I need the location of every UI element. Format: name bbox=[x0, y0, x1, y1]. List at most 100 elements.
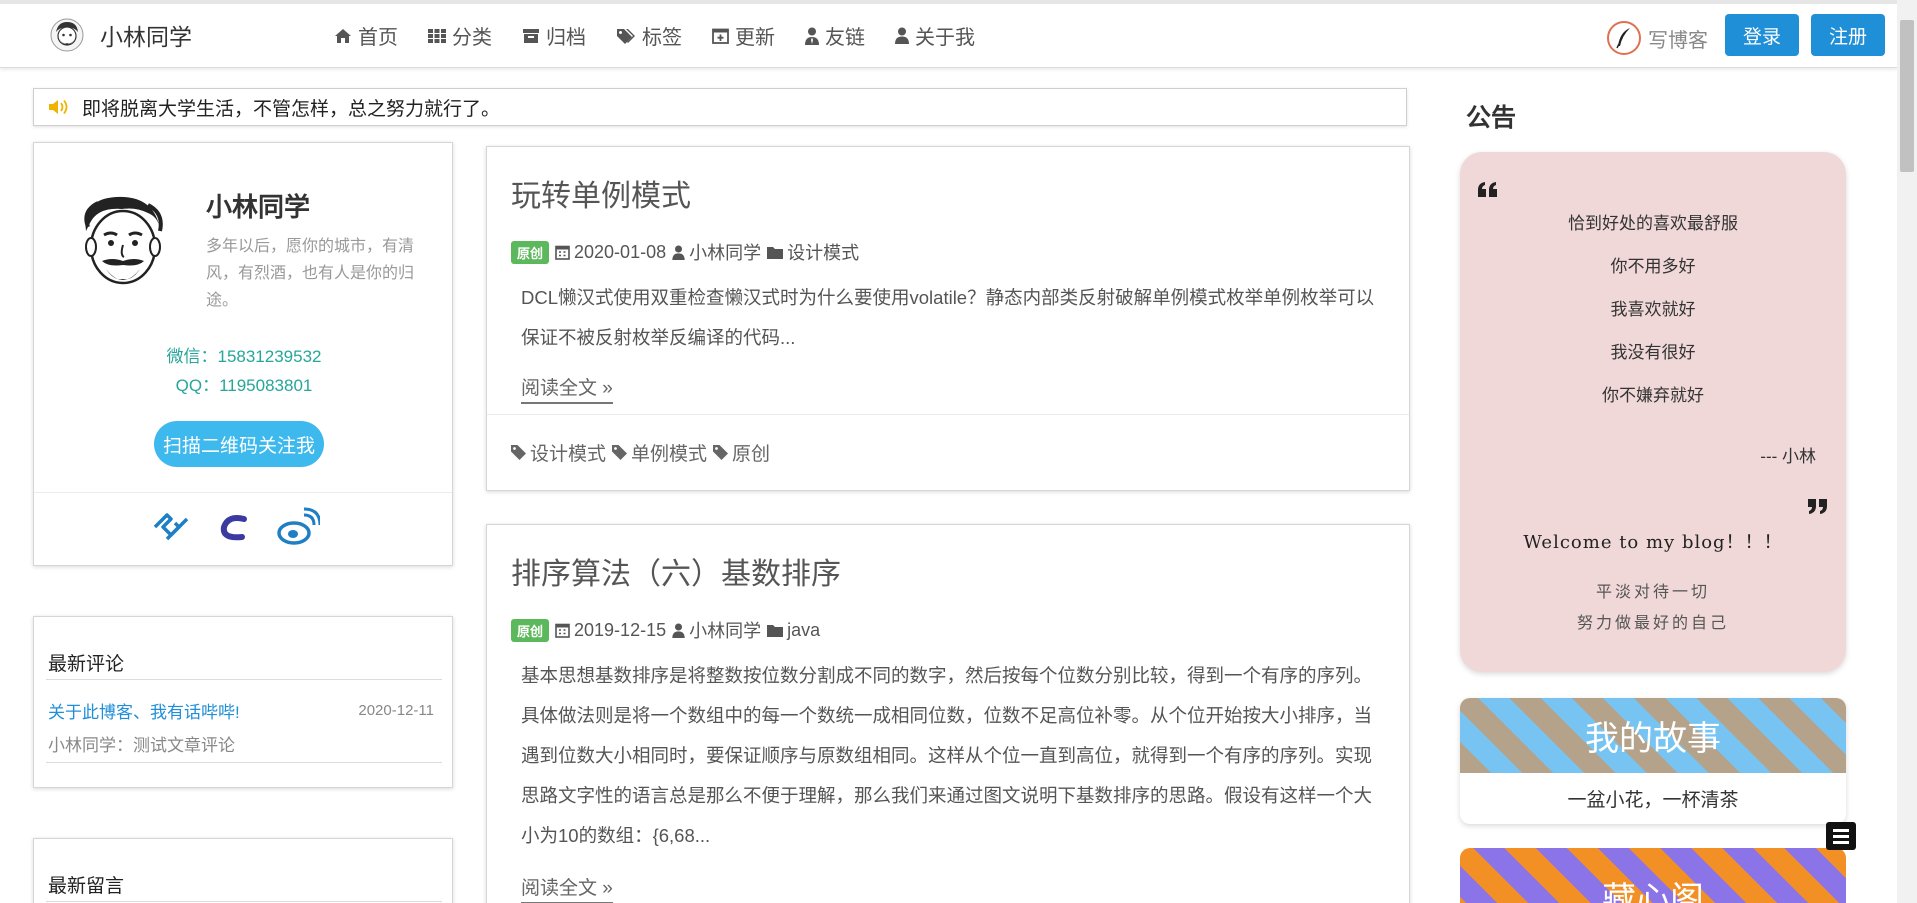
announcement-card: 恰到好处的喜欢最舒服 你不用多好 我喜欢就好 我没有很好 你不嫌弃就好 --- … bbox=[1460, 152, 1846, 672]
register-button[interactable]: 注册 bbox=[1811, 14, 1885, 56]
poem-author: --- 小林 bbox=[1760, 447, 1816, 466]
latest-comments-widget: 最新评论 关于此博客、我有话哔哔! 2020-12-11 小林同学：测试文章评论 bbox=[33, 616, 453, 788]
qr-follow-button[interactable]: 扫描二维码关注我 bbox=[154, 421, 324, 467]
motto-line: 努力做最好的自己 bbox=[1576, 613, 1729, 632]
post-category[interactable]: 设计模式 bbox=[767, 239, 859, 265]
tag-icon bbox=[511, 445, 526, 460]
quill-icon bbox=[1607, 21, 1641, 55]
scrollbar-thumb[interactable] bbox=[1900, 20, 1914, 172]
comment-date: 2020-12-11 bbox=[358, 702, 434, 719]
csdn-icon[interactable] bbox=[212, 505, 256, 549]
menu-bar bbox=[1833, 840, 1849, 844]
nav-label-home: 首页 bbox=[358, 27, 398, 49]
poem-line: 恰到好处的喜欢最舒服 bbox=[1568, 214, 1738, 233]
original-badge: 原创 bbox=[511, 240, 550, 264]
nav-label-update: 更新 bbox=[735, 27, 775, 49]
story-subtitle: 一盆小花，一杯清茶 bbox=[1567, 790, 1739, 811]
user-icon bbox=[672, 622, 685, 638]
post-card: 排序算法（六）基数排序 原创 2019-12-15 小林同学 java 基本思想… bbox=[486, 524, 1410, 903]
comment-text: 小林同学：测试文章评论 bbox=[48, 736, 235, 755]
wechat-contact: 微信：15831239532 bbox=[166, 347, 322, 366]
quote-right-icon bbox=[1808, 499, 1827, 514]
menu-toggle-button[interactable] bbox=[1826, 822, 1856, 850]
nav-label-category: 分类 bbox=[452, 27, 492, 49]
story-title: 我的故事 bbox=[1460, 698, 1846, 773]
calendar-icon bbox=[555, 245, 570, 260]
motto-line: 平淡对待一切 bbox=[1595, 582, 1710, 601]
widget-divider bbox=[46, 679, 442, 680]
post-card: 玩转单例模式 原创 2020-01-08 小林同学 设计模式 DCL懒汉式使用双… bbox=[486, 146, 1410, 491]
original-badge: 原创 bbox=[511, 618, 550, 642]
nav-item-tags[interactable]: 标签 bbox=[616, 21, 682, 50]
folder-icon bbox=[767, 247, 784, 259]
story-card[interactable]: 我的故事 一盆小花，一杯清茶 bbox=[1460, 698, 1846, 824]
read-more-link[interactable]: 阅读全文 » bbox=[521, 873, 613, 903]
treasure-title: 藏心阁 bbox=[1460, 848, 1846, 903]
post-date: 2019-12-15 bbox=[555, 620, 666, 641]
welcome-text: Welcome to my blog！！！ bbox=[1523, 532, 1783, 553]
post-category-text: java bbox=[787, 619, 821, 640]
announcement-poem: 恰到好处的喜欢最舒服 你不用多好 我喜欢就好 我没有很好 你不嫌弃就好 bbox=[1460, 214, 1846, 429]
poem-line: 我喜欢就好 bbox=[1610, 300, 1696, 319]
post-author[interactable]: 小林同学 bbox=[672, 239, 761, 265]
post-title[interactable]: 玩转单例模式 bbox=[511, 171, 691, 215]
notice-text: 即将脱离大学生活，不管怎样，总之努力就行了。 bbox=[82, 98, 501, 120]
post-divider bbox=[487, 414, 1409, 415]
tags-icon bbox=[617, 28, 635, 44]
post-date: 2020-01-08 bbox=[555, 242, 666, 263]
nav-item-links[interactable]: 友链 bbox=[805, 21, 865, 50]
poem-line: 我没有很好 bbox=[1610, 343, 1696, 362]
qq-contact: QQ：1195083801 bbox=[175, 376, 313, 395]
brand[interactable]: 小林同学 bbox=[50, 18, 192, 52]
tag-label: 设计模式 bbox=[530, 444, 607, 465]
menu-bar bbox=[1833, 834, 1849, 838]
post-excerpt: 基本思想基数排序是将整数按位数分割成不同的数字，然后按每个位数分别比较，得到一个… bbox=[521, 665, 1373, 846]
tag-item[interactable]: 单例模式 bbox=[612, 439, 707, 466]
write-blog-label: 写博客 bbox=[1648, 29, 1708, 52]
post-tags: 设计模式 单例模式 原创 bbox=[511, 439, 776, 466]
post-date-text: 2019-12-15 bbox=[574, 619, 667, 640]
nav-label-tags: 标签 bbox=[642, 27, 682, 49]
login-button[interactable]: 登录 bbox=[1725, 14, 1799, 56]
nav-label-about: 关于我 bbox=[915, 27, 975, 49]
speaker-icon bbox=[49, 99, 68, 115]
user-tie-icon bbox=[805, 27, 819, 45]
write-blog-link[interactable]: 写博客 bbox=[1606, 20, 1708, 56]
tag-icon bbox=[713, 445, 729, 460]
tag-label: 原创 bbox=[732, 444, 771, 465]
poem-line: 你不用多好 bbox=[1610, 257, 1696, 276]
treasure-card[interactable]: 藏心阁 bbox=[1460, 848, 1846, 903]
quote-left-icon bbox=[1478, 182, 1497, 197]
latest-messages-widget: 最新留言 bbox=[33, 838, 453, 903]
gitee-icon[interactable] bbox=[149, 505, 193, 549]
post-author[interactable]: 小林同学 bbox=[672, 617, 761, 643]
post-category-text: 设计模式 bbox=[787, 243, 860, 263]
profile-name: 小林同学 bbox=[206, 192, 311, 222]
comment-post-link[interactable]: 关于此博客、我有话哔哔! bbox=[48, 698, 240, 723]
tag-item[interactable]: 设计模式 bbox=[511, 439, 606, 466]
post-category[interactable]: java bbox=[767, 620, 820, 641]
widget-divider bbox=[46, 762, 442, 763]
calendar-icon bbox=[555, 623, 570, 638]
menu-bar bbox=[1833, 828, 1849, 832]
nav-item-home[interactable]: 首页 bbox=[334, 21, 398, 50]
archive-icon bbox=[523, 28, 539, 43]
nav-item-category[interactable]: 分类 bbox=[428, 21, 492, 50]
read-more-link[interactable]: 阅读全文 » bbox=[521, 373, 613, 404]
user-icon bbox=[672, 244, 685, 260]
user-icon bbox=[895, 27, 909, 44]
profile-motto: 多年以后，愿你的城市，有清风，有烈酒，也有人是你的归途。 bbox=[206, 238, 415, 309]
notice-bar: 即将脱离大学生活，不管怎样，总之努力就行了。 bbox=[33, 88, 1407, 126]
nav-item-update[interactable]: 更新 bbox=[712, 21, 775, 50]
tag-item[interactable]: 原创 bbox=[713, 439, 770, 466]
nav-item-archive[interactable]: 归档 bbox=[522, 21, 586, 50]
weibo-icon[interactable] bbox=[276, 505, 320, 549]
latest-messages-title: 最新留言 bbox=[48, 876, 125, 897]
navbar: 小林同学 首页 分类 归档 标签 更新 友链 关于我 写博客 登录 注册 bbox=[0, 4, 1897, 68]
page-scrollbar[interactable] bbox=[1897, 0, 1917, 903]
profile-card: 小林同学 多年以后，愿你的城市，有清风，有烈酒，也有人是你的归途。 微信：158… bbox=[33, 142, 453, 566]
post-author-text: 小林同学 bbox=[689, 243, 762, 263]
nav-item-about[interactable]: 关于我 bbox=[895, 21, 975, 50]
post-title[interactable]: 排序算法（六）基数排序 bbox=[511, 549, 841, 593]
widget-divider bbox=[46, 901, 442, 902]
